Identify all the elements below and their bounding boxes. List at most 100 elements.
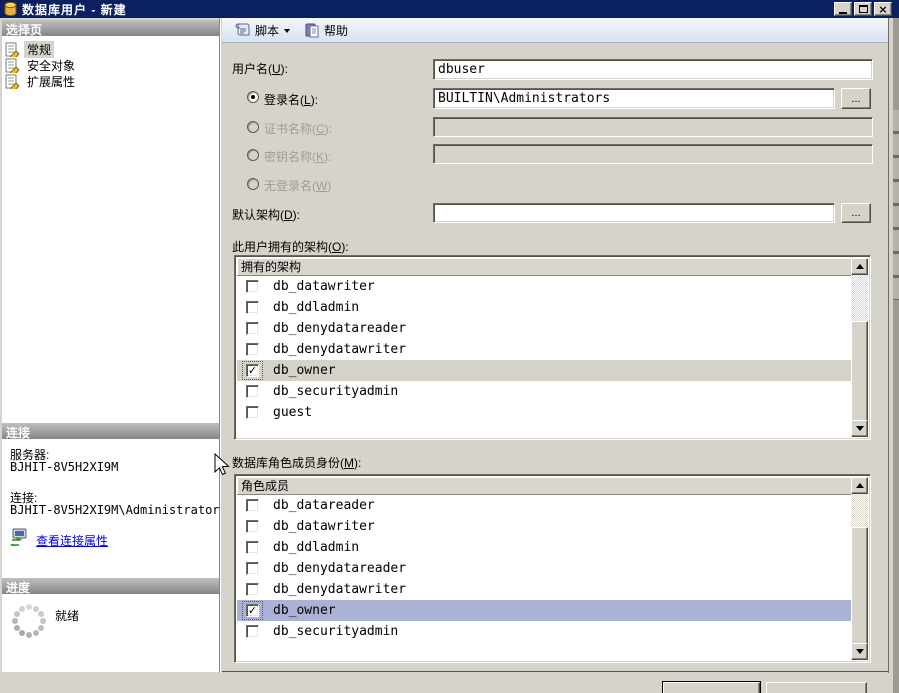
help-button-label: 帮助	[324, 23, 349, 38]
list-item[interactable]: db_datawriter	[237, 276, 851, 297]
checkbox[interactable]	[246, 385, 259, 398]
checkbox-cell	[242, 601, 263, 620]
connection-section-header: 连接	[2, 423, 220, 440]
sidebar-item-securables[interactable]: 安全对象	[5, 57, 78, 73]
database-user-new-dialog: 数据库用户 - 新建 × 选择页 常规 安全对象 扩展属性 连接 服务器: BJ…	[0, 0, 899, 693]
sidebar-item-extended-properties[interactable]: 扩展属性	[5, 73, 78, 89]
checkbox-cell	[243, 404, 262, 421]
view-connection-properties-link[interactable]: 查看连接属性	[36, 532, 108, 549]
list-item[interactable]: db_datawriter	[237, 516, 851, 537]
browse-schema-button[interactable]: ...	[841, 203, 871, 223]
list-item[interactable]: db_securityadmin	[237, 381, 851, 402]
pages-panel: 常规 安全对象 扩展属性	[2, 36, 220, 423]
scrollbar-up-button[interactable]	[851, 477, 868, 494]
key-name-radio[interactable]	[247, 149, 259, 161]
role-members-column-header[interactable]: 角色成员	[237, 477, 851, 495]
scrollbar-down-button[interactable]	[851, 420, 868, 437]
sidebar-item-general[interactable]: 常规	[5, 40, 55, 58]
checkbox[interactable]	[246, 604, 259, 617]
scrollbar-up-button[interactable]	[851, 258, 868, 275]
list-item[interactable]: db_denydatawriter	[237, 579, 851, 600]
checkbox[interactable]	[246, 343, 259, 356]
window-title: 数据库用户 - 新建	[22, 2, 127, 17]
list-item[interactable]: guest	[237, 402, 851, 423]
cancel-button[interactable]	[766, 682, 867, 693]
progress-status: 就绪	[55, 609, 80, 623]
list-item-label: db_ddladmin	[273, 300, 360, 315]
list-item[interactable]: db_securityadmin	[237, 621, 851, 642]
chevron-down-icon	[284, 28, 291, 36]
owned-schemas-label: 此用户拥有的架构(O):	[232, 240, 349, 254]
list-item[interactable]: db_denydatareader	[237, 318, 851, 339]
script-button[interactable]: 脚本	[230, 20, 294, 41]
list-item[interactable]: db_denydatawriter	[237, 339, 851, 360]
checkbox[interactable]	[246, 520, 259, 533]
checkbox[interactable]	[246, 562, 259, 575]
list-item[interactable]: db_ddladmin	[237, 297, 851, 318]
list-item-label: guest	[273, 405, 313, 420]
checkbox[interactable]	[246, 583, 259, 596]
checkbox[interactable]	[246, 301, 259, 314]
username-input[interactable]: dbuser	[433, 59, 873, 80]
sidebar-item-label: 安全对象	[27, 58, 76, 73]
list-item-label: db_denydatawriter	[273, 582, 407, 597]
list-item-label: db_denydatawriter	[273, 342, 407, 357]
checkbox[interactable]	[246, 406, 259, 419]
connection-value: BJHIT-8V5H2XI9M\Administrator	[10, 503, 220, 517]
owned-schemas-column-header[interactable]: 拥有的架构	[237, 258, 851, 276]
checkbox-cell	[243, 278, 262, 295]
certificate-name-radio[interactable]	[247, 121, 259, 133]
list-item-label: db_denydatareader	[273, 321, 407, 336]
window-right-border	[888, 18, 889, 673]
checkbox[interactable]	[246, 322, 259, 335]
login-name-label: 登录名(L):	[264, 93, 319, 107]
checkbox[interactable]	[246, 499, 259, 512]
background-window-edge	[893, 18, 899, 693]
owned-schemas-list-body: 拥有的架构 db_datawriter db_ddladmin db_denyd…	[237, 258, 851, 437]
close-icon: ×	[878, 2, 888, 16]
progress-section-header: 进度	[2, 578, 220, 595]
login-name-radio[interactable]	[247, 91, 259, 103]
list-item[interactable]: db_denydatareader	[237, 558, 851, 579]
sidebar-divider	[219, 18, 221, 673]
scrollbar-down-button[interactable]	[851, 643, 868, 660]
arrow-down-icon	[855, 426, 864, 435]
list-item-label: db_owner	[273, 603, 336, 618]
key-name-input	[433, 144, 873, 164]
maximize-icon	[858, 5, 868, 13]
list-item[interactable]: db_owner	[237, 600, 851, 621]
checkbox[interactable]	[246, 625, 259, 638]
help-button[interactable]: 帮助	[300, 20, 352, 41]
checkbox[interactable]	[246, 364, 259, 377]
progress-panel: 就绪	[2, 594, 220, 672]
checkbox-cell	[242, 361, 263, 380]
arrow-up-icon	[855, 479, 864, 488]
checkbox[interactable]	[246, 280, 259, 293]
list-item-label: db_securityadmin	[273, 624, 399, 639]
close-button[interactable]: ×	[874, 2, 892, 16]
login-name-input[interactable]: BUILTIN\Administrators	[433, 88, 835, 109]
list-item-label: db_denydatareader	[273, 561, 407, 576]
role-membership-label: 数据库角色成员身份(M):	[232, 456, 362, 470]
default-schema-label: 默认架构(D):	[232, 208, 301, 222]
username-label: 用户名(U):	[232, 62, 289, 76]
maximize-button[interactable]	[854, 2, 872, 16]
scrollbar-thumb[interactable]	[851, 527, 868, 645]
scrollbar[interactable]	[851, 477, 868, 660]
without-login-radio[interactable]	[247, 178, 259, 190]
minimize-button[interactable]	[834, 2, 852, 16]
default-schema-input[interactable]	[433, 203, 835, 223]
scrollbar-thumb[interactable]	[851, 321, 868, 425]
ok-button[interactable]	[662, 681, 761, 693]
checkbox-cell	[243, 383, 262, 400]
list-item[interactable]: db_datareader	[237, 495, 851, 516]
certificate-name-label: 证书名称(C):	[264, 122, 333, 136]
list-item[interactable]: db_ddladmin	[237, 537, 851, 558]
list-item-label: db_datawriter	[273, 279, 375, 294]
progress-spinner-icon	[12, 604, 46, 638]
browse-login-button[interactable]: ...	[841, 88, 871, 109]
scrollbar[interactable]	[851, 258, 868, 437]
key-name-label: 密钥名称(K):	[264, 150, 332, 164]
list-item[interactable]: db_owner	[237, 360, 851, 381]
checkbox[interactable]	[246, 541, 259, 554]
